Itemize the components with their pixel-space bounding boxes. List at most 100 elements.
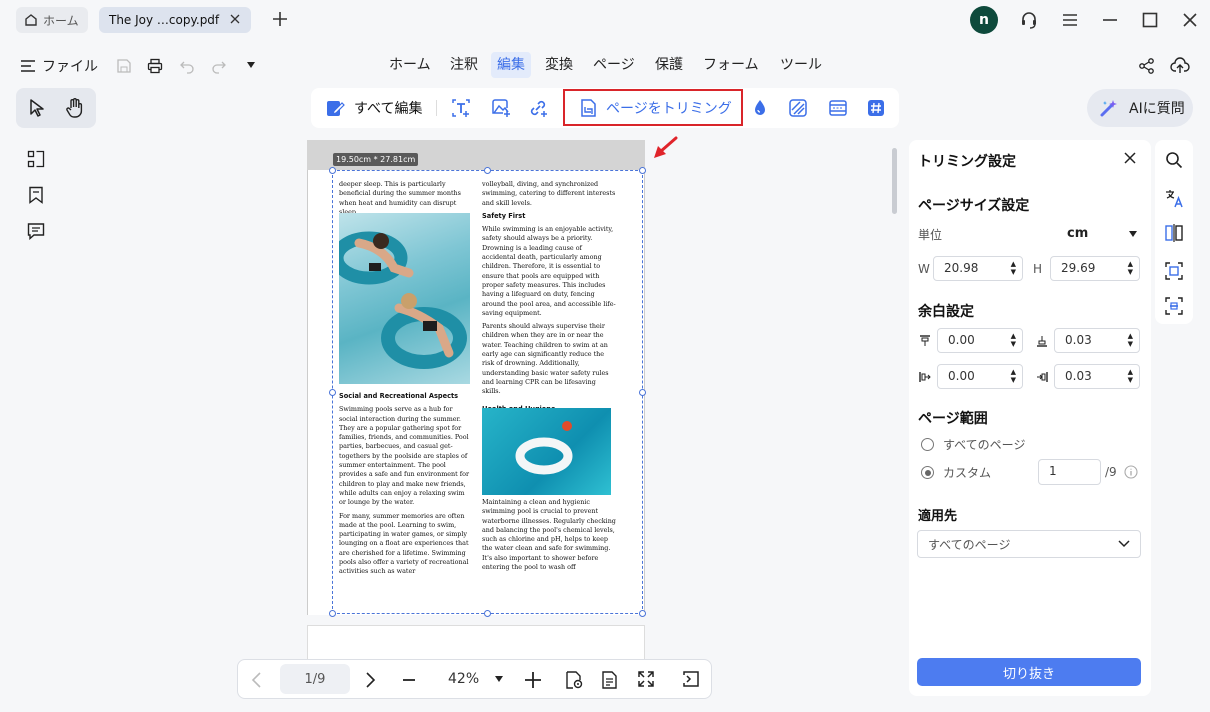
- maximize-icon[interactable]: [1141, 11, 1159, 29]
- add-text-icon[interactable]: [451, 98, 471, 118]
- bates-number-icon[interactable]: [866, 98, 886, 118]
- ocr-scan-icon[interactable]: [1164, 296, 1184, 316]
- page-view-icon[interactable]: [564, 670, 584, 690]
- screen-capture-icon[interactable]: [1164, 261, 1184, 281]
- share-icon[interactable]: [1138, 57, 1156, 75]
- fullscreen-icon[interactable]: [637, 670, 655, 688]
- bookmark-icon[interactable]: [28, 186, 44, 204]
- margin-right-stepper-icon[interactable]: ▲ ▼: [1128, 368, 1133, 384]
- ask-ai-button[interactable]: AIに質問: [1087, 89, 1193, 127]
- next-page-icon[interactable]: [363, 671, 377, 689]
- width-value: 20.98: [944, 261, 979, 275]
- crop-handle-bottom[interactable]: [484, 610, 491, 617]
- zoom-in-icon[interactable]: [524, 671, 542, 689]
- search-icon[interactable]: [1165, 151, 1183, 169]
- tab-document[interactable]: The Joy …copy.pdf: [99, 7, 251, 33]
- menu-icon[interactable]: [1061, 11, 1079, 29]
- quick-access-dropdown-icon[interactable]: [246, 61, 256, 69]
- crop-page-icon: [579, 98, 597, 118]
- crop-handle-right[interactable]: [639, 389, 646, 396]
- zoom-dropdown-icon[interactable]: [495, 676, 503, 682]
- close-panel-icon[interactable]: [1124, 152, 1136, 164]
- width-stepper-icon[interactable]: ▲ ▼: [1011, 260, 1016, 276]
- zoom-level[interactable]: 42%: [448, 671, 479, 687]
- menu-tab-6[interactable]: フォーム: [697, 52, 765, 78]
- margin-right-value: 0.03: [1065, 369, 1092, 383]
- watermark-icon[interactable]: [750, 98, 770, 118]
- hamburger-icon: [20, 59, 36, 73]
- menu-tab-4[interactable]: ページ: [587, 52, 641, 78]
- margin-top-icon: [919, 335, 931, 347]
- hand-tool-icon[interactable]: [65, 97, 85, 119]
- margin-bottom-stepper-icon[interactable]: ▲ ▼: [1128, 332, 1133, 348]
- crop-handle-top-left[interactable]: [329, 167, 336, 174]
- ask-ai-label: AIに質問: [1129, 101, 1185, 117]
- add-image-icon[interactable]: [491, 98, 511, 118]
- menu-tab-7[interactable]: ツール: [774, 52, 828, 78]
- header-footer-icon[interactable]: [828, 98, 848, 118]
- crop-handle-top-right[interactable]: [639, 167, 646, 174]
- close-window-icon[interactable]: [1181, 11, 1199, 29]
- crop-handle-bottom-right[interactable]: [639, 610, 646, 617]
- page-range-heading: ページ範囲: [918, 411, 988, 427]
- close-tab-icon[interactable]: [229, 13, 241, 25]
- previous-page-icon[interactable]: [250, 671, 264, 689]
- comments-icon[interactable]: [27, 222, 45, 240]
- apply-to-select[interactable]: すべてのページ: [917, 530, 1141, 558]
- page-layout-icon[interactable]: [600, 670, 620, 690]
- crop-apply-button[interactable]: 切り抜き: [917, 658, 1141, 686]
- print-icon[interactable]: [147, 58, 163, 74]
- margin-bottom-field[interactable]: 0.03 ▲ ▼: [1054, 328, 1140, 353]
- margin-right-field[interactable]: 0.03 ▲ ▼: [1054, 364, 1140, 389]
- new-tab-icon[interactable]: [271, 10, 289, 28]
- cloud-upload-icon[interactable]: [1170, 56, 1190, 76]
- minimize-icon[interactable]: [1101, 11, 1119, 29]
- tab-home[interactable]: ホーム: [16, 7, 88, 33]
- edit-all-label: すべて編集: [354, 101, 423, 117]
- edit-all-button[interactable]: すべて編集: [325, 98, 422, 118]
- page-number-input[interactable]: 1/9: [280, 664, 350, 694]
- menu-tab-0[interactable]: ホーム: [383, 52, 437, 78]
- menu-tab-2[interactable]: 編集: [491, 52, 531, 78]
- crop-frame[interactable]: [329, 167, 646, 617]
- unit-select[interactable]: cm: [1067, 226, 1137, 241]
- margin-left-icon: [919, 371, 931, 383]
- avatar[interactable]: n: [970, 6, 998, 34]
- add-link-icon[interactable]: [528, 98, 548, 118]
- custom-range-radio[interactable]: [921, 466, 934, 479]
- menu-tab-5[interactable]: 保護: [649, 52, 689, 78]
- background-icon[interactable]: [788, 98, 808, 118]
- menu-tab-3[interactable]: 変換: [539, 52, 579, 78]
- select-cursor-icon[interactable]: [28, 98, 46, 118]
- file-menu[interactable]: ファイル: [20, 56, 98, 76]
- height-field[interactable]: 29.69 ▲ ▼: [1050, 256, 1140, 281]
- translate-icon[interactable]: [1164, 188, 1184, 208]
- margin-top-field[interactable]: 0.00 ▲ ▼: [937, 328, 1023, 353]
- support-headset-icon[interactable]: [1019, 10, 1039, 30]
- crop-page-button[interactable]: ページをトリミング: [563, 89, 743, 126]
- redo-icon[interactable]: [211, 58, 227, 74]
- zoom-out-icon[interactable]: [401, 671, 417, 689]
- thumbnails-icon[interactable]: [27, 150, 45, 168]
- margin-top-stepper-icon[interactable]: ▲ ▼: [1011, 332, 1016, 348]
- height-stepper-icon[interactable]: ▲ ▼: [1128, 260, 1133, 276]
- info-icon[interactable]: [1124, 465, 1138, 479]
- crop-handle-bottom-left[interactable]: [329, 610, 336, 617]
- width-field[interactable]: 20.98 ▲ ▼: [933, 256, 1023, 281]
- crop-handle-left[interactable]: [329, 389, 336, 396]
- margin-left-field[interactable]: 0.00 ▲ ▼: [937, 364, 1023, 389]
- custom-range-label: カスタム: [943, 466, 992, 480]
- margin-left-stepper-icon[interactable]: ▲ ▼: [1011, 368, 1016, 384]
- custom-range-input[interactable]: 1: [1038, 459, 1101, 485]
- crop-handle-top[interactable]: [484, 167, 491, 174]
- apply-to-value: すべてのページ: [928, 537, 1011, 552]
- undo-icon[interactable]: [179, 58, 195, 74]
- save-icon[interactable]: [116, 58, 132, 74]
- title-bar: ホーム The Joy …copy.pdf n: [0, 0, 1210, 40]
- compare-icon[interactable]: [1164, 223, 1184, 243]
- scrollbar[interactable]: [892, 148, 897, 214]
- crop-settings-panel: トリミング設定 ページサイズ設定 単位 cm W 20.98 ▲ ▼ H 29.6…: [909, 140, 1151, 696]
- menu-tab-1[interactable]: 注釈: [444, 52, 484, 78]
- exit-fit-icon[interactable]: [682, 670, 700, 688]
- all-pages-radio[interactable]: [921, 438, 934, 451]
